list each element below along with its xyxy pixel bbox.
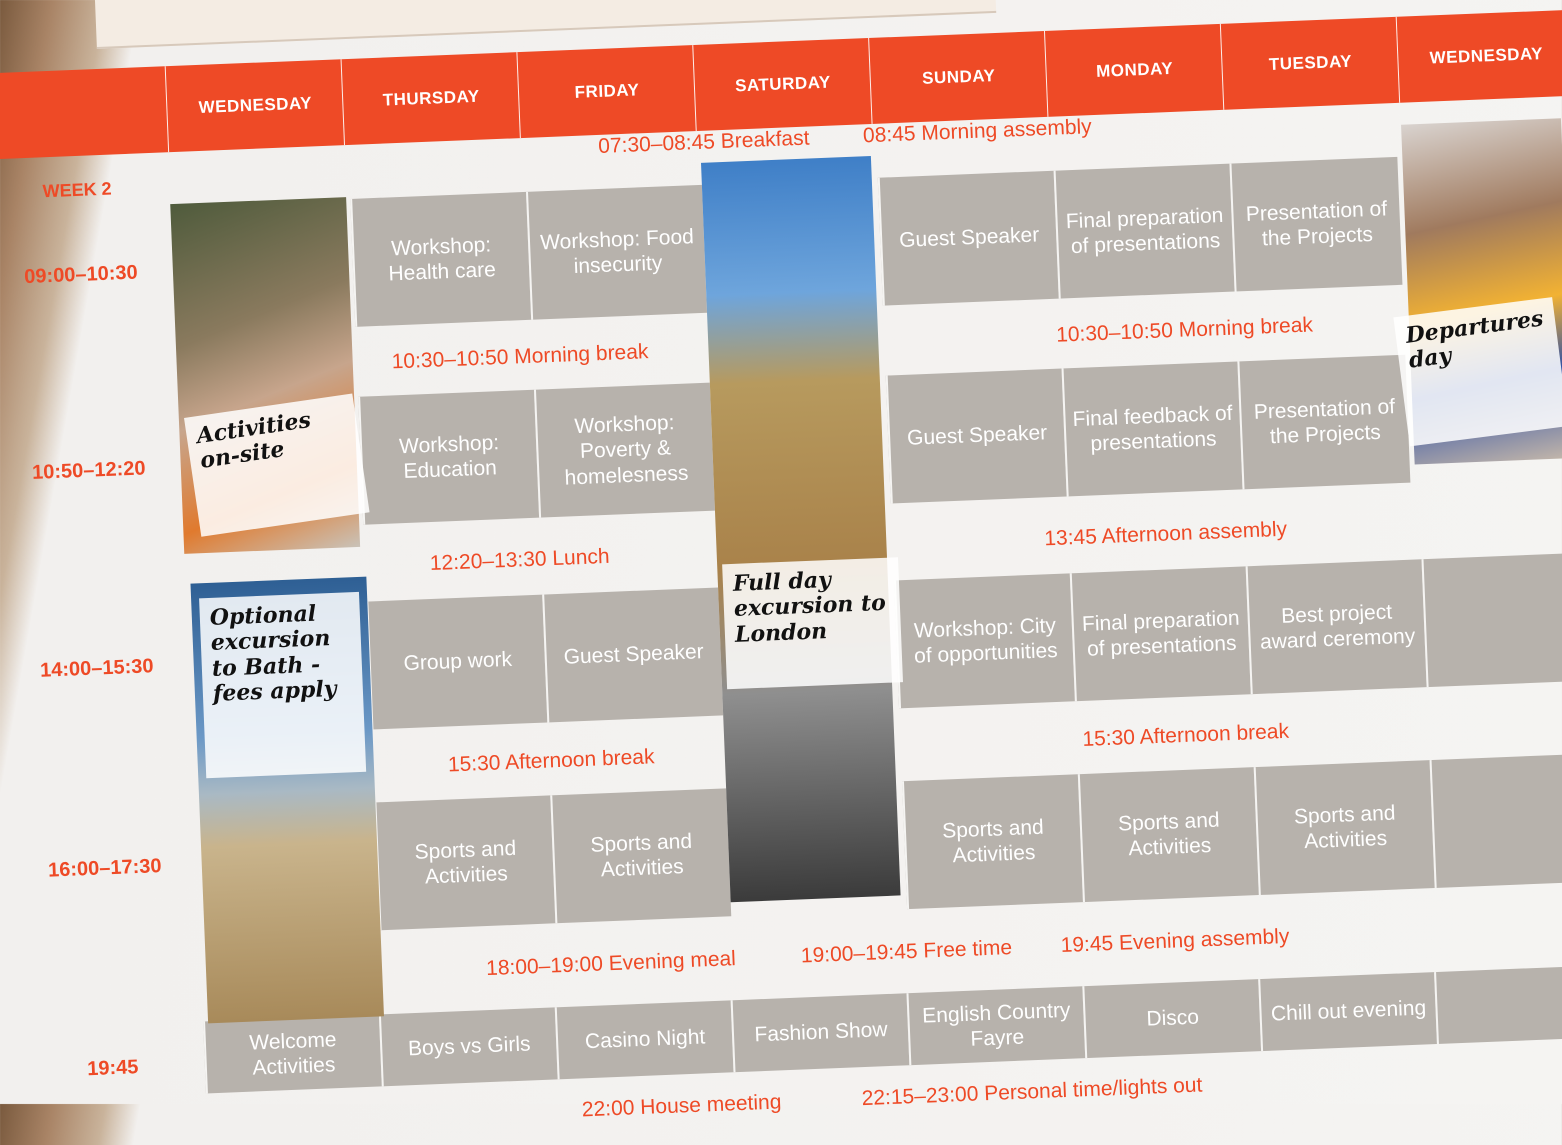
evening-meal-note: 18:00–19:00 Evening meal xyxy=(485,947,737,981)
time-slot-1: 09:00–10:30 xyxy=(23,261,139,289)
free-time-note: 19:00–19:45 Free time xyxy=(800,936,1013,968)
day-header-saturday: SATURDAY xyxy=(692,38,873,132)
house-meeting-note: 22:00 House meeting xyxy=(581,1090,782,1122)
slot4-wednesday-blank xyxy=(1429,754,1562,888)
day-header-friday: FRIDAY xyxy=(516,45,697,139)
day-header-wednesday: WEDNESDAY xyxy=(164,59,345,153)
day-header-thursday: THURSDAY xyxy=(340,52,521,146)
slot4-monday: Sports and Activities xyxy=(1077,767,1259,903)
day-header-wednesday-2: WEDNESDAY xyxy=(1395,9,1562,103)
evening-tuesday: Chill out evening xyxy=(1258,972,1437,1052)
slot1-monday: Final preparation of presentations xyxy=(1053,163,1235,299)
departures-day-label: Departures day xyxy=(1393,297,1562,447)
afternoon-break-note-left: 15:30 Afternoon break xyxy=(447,745,655,777)
afternoon-break-note-right: 15:30 Afternoon break xyxy=(1081,719,1290,751)
evening-wednesday: Welcome Activities xyxy=(203,1014,382,1094)
evening-friday: Casino Night xyxy=(554,1000,734,1080)
slot3-monday: Final preparation of presentations xyxy=(1069,566,1251,702)
slot4-sunday: Sports and Activities xyxy=(901,774,1083,910)
week-label: WEEK 2 xyxy=(42,178,112,202)
evening-thursday: Boys vs Girls xyxy=(378,1007,558,1087)
morning-break-note-right: 10:30–10:50 Morning break xyxy=(1055,313,1314,347)
time-slot-4: 16:00–17:30 xyxy=(47,855,162,882)
slot1-sunday: Guest Speaker xyxy=(877,170,1059,306)
slot3-sunday: Workshop: City of opportunities xyxy=(893,573,1075,709)
slot1-tuesday: Presentation of the Projects xyxy=(1229,156,1403,292)
slot4-thursday: Sports and Activities xyxy=(374,795,556,931)
day-header-monday: MONDAY xyxy=(1043,23,1225,117)
slot4-friday: Sports and Activities xyxy=(550,788,732,924)
slot1-friday: Workshop: Food insecurity xyxy=(526,184,708,320)
evening-sunday: English Country Fayre xyxy=(906,986,1086,1066)
slot3-wednesday-blank xyxy=(1421,553,1562,688)
slot2-sunday: Guest Speaker xyxy=(885,368,1067,504)
afternoon-assembly-note: 13:45 Afternoon assembly xyxy=(1043,517,1288,551)
evening-monday: Disco xyxy=(1082,979,1262,1059)
slot2-monday: Final feedback of presentations xyxy=(1061,361,1243,497)
lights-out-note: 22:15–23:00 Personal time/lights out xyxy=(861,1073,1203,1111)
slot3-friday: Guest Speaker xyxy=(542,587,724,723)
bath-excursion-label: Optional excursion to Bath - fees apply xyxy=(199,591,367,779)
slot2-friday: Workshop: Poverty & homelesness xyxy=(533,382,715,518)
slot2-thursday: Workshop: Education xyxy=(358,389,540,525)
evening-saturday: Fashion Show xyxy=(730,993,910,1073)
day-header-tuesday: TUESDAY xyxy=(1219,16,1401,110)
timetable-sheet: WEDNESDAY THURSDAY FRIDAY SATURDAY SUNDA… xyxy=(0,0,1562,1135)
lunch-note: 12:20–13:30 Lunch xyxy=(429,544,611,576)
slot1-thursday: Workshop: Health care xyxy=(350,191,532,327)
london-photo xyxy=(700,156,901,903)
morning-break-note-left: 10:30–10:50 Morning break xyxy=(391,340,649,374)
slot2-tuesday: Presentation of the Projects xyxy=(1237,354,1411,490)
evening-wednesday-blank xyxy=(1434,965,1562,1045)
time-slot-2: 10:50–12:20 xyxy=(31,457,146,484)
time-slot-5: 19:45 xyxy=(86,1056,139,1081)
slot3-tuesday: Best project award ceremony xyxy=(1245,559,1427,695)
london-excursion-label: Full day excursion to London xyxy=(722,557,904,690)
time-slot-3: 14:00–15:30 xyxy=(39,655,154,682)
slot4-tuesday: Sports and Activities xyxy=(1253,760,1435,896)
day-header-sunday: SUNDAY xyxy=(868,30,1049,124)
evening-assembly-note: 19:45 Evening assembly xyxy=(1060,924,1290,958)
slot3-thursday: Group work xyxy=(366,594,548,730)
activities-onsite-label: Activities on-site xyxy=(184,393,370,537)
